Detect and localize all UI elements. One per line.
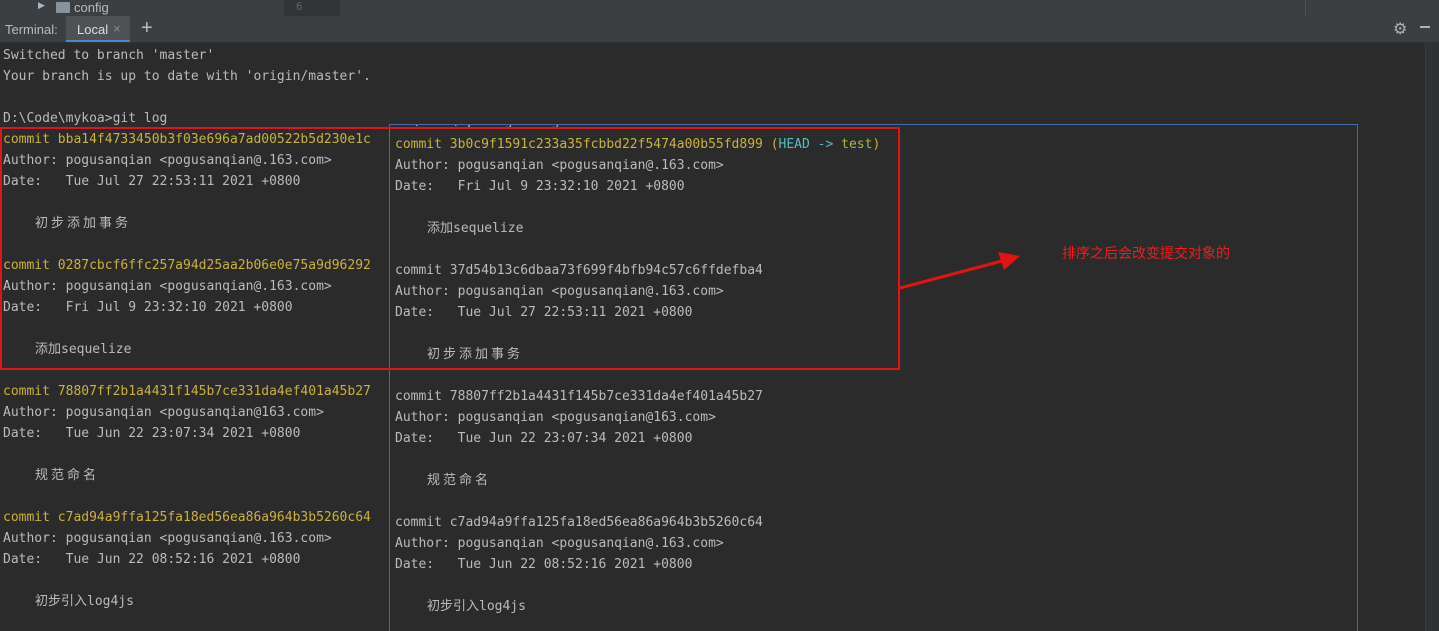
commit-hash: commit 3b0c9f1591c233a35fcbbd22f5474a00b… bbox=[395, 137, 763, 152]
commit-date: Date: Tue Jul 27 22:53:11 2021 +0800 bbox=[3, 174, 301, 189]
minimize-icon[interactable] bbox=[1420, 26, 1430, 28]
commit-message: 添加sequelize bbox=[427, 221, 524, 236]
expand-arrow-icon[interactable]: ▶ bbox=[38, 1, 45, 11]
add-terminal-button[interactable]: + bbox=[141, 17, 153, 40]
commit-message: 规范命名 bbox=[427, 473, 492, 488]
terminal-scrollbar[interactable] bbox=[1425, 43, 1439, 631]
commit-date: Date: Tue Jun 22 08:52:16 2021 +0800 bbox=[3, 552, 301, 567]
commit-message: 初步引入log4js bbox=[427, 599, 526, 614]
tab-local[interactable]: Local × bbox=[66, 16, 130, 42]
commit-hash: commit 0287cbcf6ffc257a94d25aa2b06e0e75a… bbox=[3, 258, 371, 273]
commit-date: Date: Fri Jul 9 23:32:10 2021 +0800 bbox=[395, 179, 685, 194]
commit-hash: commit c7ad94a9ffa125fa18ed56ea86a964b3b… bbox=[3, 510, 371, 525]
commit-author: Author: pogusanqian <pogusanqian@.163.co… bbox=[3, 279, 332, 294]
commit-date: Date: Tue Jun 22 23:07:34 2021 +0800 bbox=[3, 426, 301, 441]
branch-name: test bbox=[841, 137, 873, 152]
divider bbox=[1305, 0, 1306, 16]
terminal-prompt: D:\Code\mykoa>git log bbox=[3, 111, 168, 126]
commit-author: Author: pogusanqian <pogusanqian@.163.co… bbox=[395, 284, 724, 299]
commit-message: 初步添加事务 bbox=[427, 347, 524, 362]
terminal-line: Switched to branch 'master' bbox=[3, 48, 215, 63]
commit-date: Date: Fri Jul 9 23:32:10 2021 +0800 bbox=[3, 300, 293, 315]
commit-message: 添加sequelize bbox=[35, 342, 132, 357]
terminal-prompt: D:\Code\mykoa>git log bbox=[395, 125, 559, 132]
head-open-paren: ( bbox=[770, 137, 779, 152]
commit-author: Author: pogusanqian <pogusanqian@.163.co… bbox=[3, 531, 332, 546]
commit-message: 初步引入log4js bbox=[35, 594, 134, 609]
commit-head-line: commit 3b0c9f1591c233a35fcbbd22f5474a00b… bbox=[395, 134, 880, 155]
commit-message: 规范命名 bbox=[35, 468, 100, 483]
commit-hash: commit c7ad94a9ffa125fa18ed56ea86a964b3b… bbox=[395, 515, 763, 530]
commit-hash: commit 78807ff2b1a4431f145b7ce331da4ef40… bbox=[395, 389, 763, 404]
folder-label[interactable]: config bbox=[74, 0, 109, 15]
terminal-line: Your branch is up to date with 'origin/m… bbox=[3, 69, 371, 84]
commit-author: Author: pogusanqian <pogusanqian@.163.co… bbox=[3, 153, 332, 168]
overlay-terminal-screenshot: D:\Code\mykoa>git log commit 3b0c9f1591c… bbox=[389, 124, 1358, 631]
commit-date: Date: Tue Jun 22 08:52:16 2021 +0800 bbox=[395, 557, 693, 572]
head-close-paren: ) bbox=[872, 137, 881, 152]
commit-author: Author: pogusanqian <pogusanqian@163.com… bbox=[395, 410, 716, 425]
folder-icon bbox=[56, 2, 70, 13]
project-tree-strip: ▶ config 6 bbox=[0, 0, 1439, 16]
commit-author: Author: pogusanqian <pogusanqian@.163.co… bbox=[395, 536, 724, 551]
commit-author: Author: pogusanqian <pogusanqian@.163.co… bbox=[395, 158, 724, 173]
terminal-title: Terminal: bbox=[5, 22, 58, 37]
close-icon[interactable]: × bbox=[113, 21, 121, 36]
tab-local-label: Local bbox=[77, 22, 109, 37]
line-number: 6 bbox=[296, 0, 303, 13]
annotation-note: 排序之后会改变提交对象的 bbox=[1062, 246, 1230, 262]
terminal-toolbar: Terminal: Local × + ⚙ bbox=[0, 16, 1439, 43]
commit-hash: commit bba14f4733450b3f03e696a7ad00522b5… bbox=[3, 132, 371, 147]
editor-gutter bbox=[284, 0, 340, 16]
commit-message: 初步添加事务 bbox=[35, 216, 132, 231]
head-ref: HEAD -> bbox=[778, 137, 834, 152]
commit-date: Date: Tue Jul 27 22:53:11 2021 +0800 bbox=[395, 305, 693, 320]
commit-hash: commit 37d54b13c6dbaa73f699f4bfb94c57c6f… bbox=[395, 263, 763, 278]
commit-date: Date: Tue Jun 22 23:07:34 2021 +0800 bbox=[395, 431, 693, 446]
commit-hash: commit 78807ff2b1a4431f145b7ce331da4ef40… bbox=[3, 384, 371, 399]
gear-icon[interactable]: ⚙ bbox=[1393, 19, 1407, 39]
commit-author: Author: pogusanqian <pogusanqian@163.com… bbox=[3, 405, 324, 420]
